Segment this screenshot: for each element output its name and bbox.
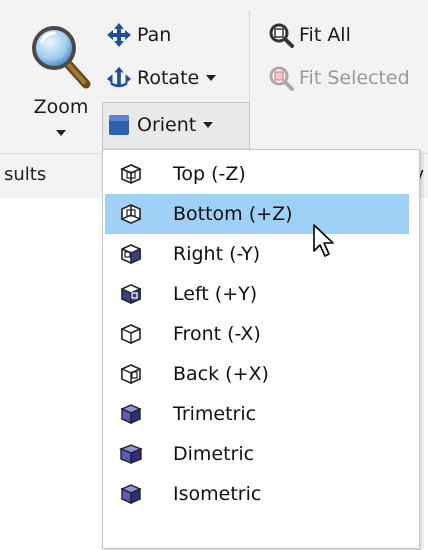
pan-arrows-icon	[106, 22, 132, 48]
menu-item-label: Top (-Z)	[173, 163, 246, 185]
menu-item-label: Front (-X)	[173, 323, 261, 345]
rotate-label: Rotate	[137, 67, 200, 89]
fit-all-label: Fit All	[299, 24, 351, 46]
cube-top-icon	[105, 163, 157, 185]
cube-isometric-icon	[105, 483, 157, 505]
zoom-button[interactable]: Zoom	[18, 16, 104, 146]
orient-dropdown-menu: Top (-Z) Bottom (+Z) Right (-Y) Left (+Y…	[102, 149, 420, 549]
menu-item-label: Dimetric	[173, 443, 255, 465]
menu-item-label: Bottom (+Z)	[173, 203, 293, 225]
mouse-cursor-icon	[313, 224, 334, 257]
orient-button[interactable]: Orient	[106, 108, 214, 142]
fit-selected-magnifier-icon	[268, 65, 294, 91]
menu-item-isometric[interactable]: Isometric	[105, 474, 409, 514]
menu-item-label: Left (+Y)	[173, 283, 258, 305]
orient-label: Orient	[137, 114, 197, 136]
pan-label: Pan	[137, 24, 172, 46]
pan-button[interactable]: Pan	[106, 18, 171, 52]
cube-icon	[106, 112, 132, 138]
menu-item-front[interactable]: Front (-X)	[105, 314, 409, 354]
menu-item-trimetric[interactable]: Trimetric	[105, 394, 409, 434]
menu-item-label: Isometric	[173, 483, 262, 505]
cube-front-icon	[105, 323, 157, 345]
magnifier-icon	[32, 26, 91, 89]
fit-selected-label: Fit Selected	[299, 67, 410, 89]
cube-dimetric-icon	[105, 443, 157, 465]
menu-item-label: Back (+X)	[173, 363, 269, 385]
menu-item-label: Trimetric	[173, 403, 257, 425]
menu-item-bottom[interactable]: Bottom (+Z)	[105, 194, 409, 234]
menu-item-right[interactable]: Right (-Y)	[105, 234, 409, 274]
chevron-down-icon	[206, 75, 217, 81]
fit-selected-button[interactable]: Fit Selected	[268, 61, 410, 95]
fit-all-magnifier-icon	[268, 22, 294, 48]
zoom-label: Zoom	[33, 96, 89, 118]
menu-item-back[interactable]: Back (+X)	[105, 354, 409, 394]
menu-item-left[interactable]: Left (+Y)	[105, 274, 409, 314]
cube-bottom-icon	[105, 203, 157, 225]
rotate-button[interactable]: Rotate	[106, 61, 217, 95]
chevron-down-icon	[56, 130, 66, 136]
cube-trimetric-icon	[105, 403, 157, 425]
cube-left-icon	[105, 283, 157, 305]
menu-item-dimetric[interactable]: Dimetric	[105, 434, 409, 474]
cube-right-icon	[105, 243, 157, 265]
results-group-label: sults	[4, 164, 47, 185]
menu-item-top[interactable]: Top (-Z)	[105, 154, 409, 194]
fit-all-button[interactable]: Fit All	[268, 18, 351, 52]
cube-back-icon	[105, 363, 157, 385]
rotate-icon	[106, 65, 132, 91]
chevron-down-icon	[203, 122, 214, 128]
menu-item-label: Right (-Y)	[173, 243, 261, 265]
